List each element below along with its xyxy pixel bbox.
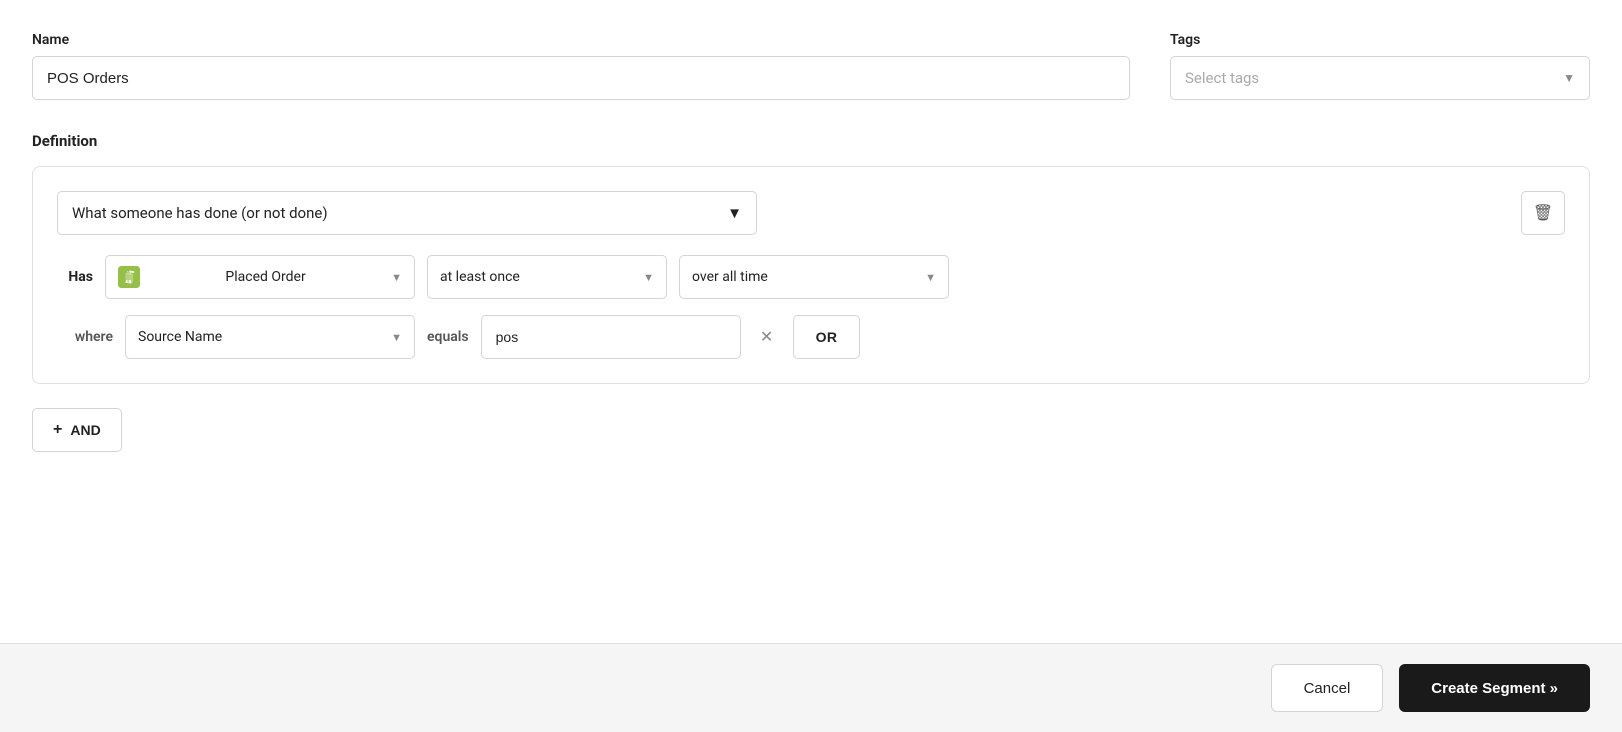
name-label: Name [32,32,1130,48]
definition-title: Definition [32,132,1590,150]
chevron-down-icon: ▼ [391,331,402,344]
chevron-down-icon: ▼ [643,271,654,284]
plus-icon: + [53,421,62,439]
shopify-icon [118,266,140,288]
source-name-select[interactable]: Source Name ▼ [125,315,415,359]
trash-icon: 🗑 [1533,203,1553,223]
equals-label: equals [427,329,469,345]
tags-label: Tags [1170,32,1590,48]
placed-order-select[interactable]: Placed Order ▼ [105,255,415,299]
and-button[interactable]: + AND [32,408,122,452]
name-input[interactable] [32,56,1130,100]
time-range-select[interactable]: over all time ▼ [679,255,949,299]
definition-box: What someone has done (or not done) ▼ 🗑 … [32,166,1590,384]
chevron-down-icon: ▼ [925,271,936,284]
condition-type-select[interactable]: What someone has done (or not done) ▼ [57,191,757,235]
chevron-down-icon: ▼ [1563,71,1575,85]
filter-value-input[interactable] [481,315,741,359]
has-label: Has [57,269,93,285]
footer-bar: Cancel Create Segment » [0,643,1622,732]
create-segment-button[interactable]: Create Segment » [1399,664,1590,712]
frequency-select[interactable]: at least once ▼ [427,255,667,299]
frequency-value: at least once [440,269,520,285]
condition-type-value: What someone has done (or not done) [72,204,328,222]
has-row: Has Placed Order ▼ at [57,255,1565,299]
tags-placeholder: Select tags [1185,69,1259,87]
cancel-button[interactable]: Cancel [1271,664,1384,712]
chevron-down-icon: ▼ [391,271,402,284]
source-name-value: Source Name [138,329,222,345]
delete-condition-button[interactable]: 🗑 [1521,191,1565,235]
where-row: where Source Name ▼ equals ✕ OR [57,315,1565,359]
where-label: where [57,329,113,345]
and-label: AND [70,422,100,438]
time-range-value: over all time [692,269,768,285]
clear-filter-button[interactable]: ✕ [753,323,781,351]
close-icon: ✕ [760,327,773,347]
chevron-down-icon: ▼ [727,204,742,222]
or-button[interactable]: OR [793,315,861,359]
condition-type-row: What someone has done (or not done) ▼ 🗑 [57,191,1565,235]
placed-order-value: Placed Order [225,269,305,285]
tags-dropdown[interactable]: Select tags ▼ [1170,56,1590,100]
